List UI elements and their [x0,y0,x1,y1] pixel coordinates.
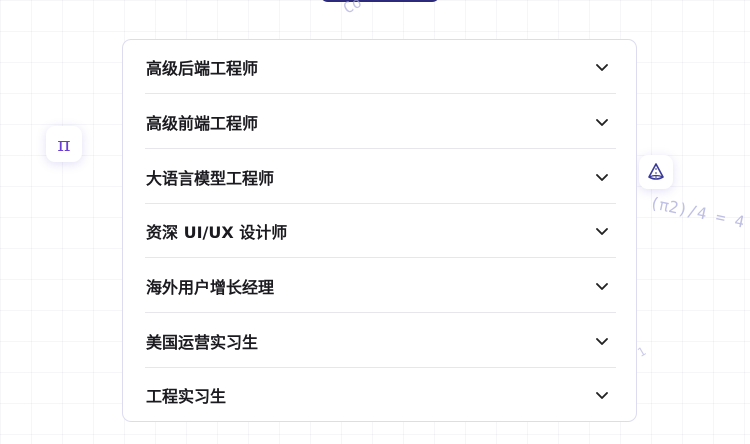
pi-icon: π [57,132,71,156]
decorative-formula: (π2)/4 = 4 [648,193,747,232]
cone-badge [639,155,673,189]
chevron-down-icon[interactable] [592,385,612,405]
accordion-item-label: 高级后端工程师 [146,58,259,78]
accordion-item[interactable]: 大语言模型工程师 [145,150,616,204]
cone-icon [648,163,664,180]
pi-badge: π [46,126,82,162]
chevron-down-icon[interactable] [592,112,612,132]
accordion-item-label: 海外用户增长经理 [146,277,275,297]
accordion-item-label: 工程实习生 [146,387,227,406]
top-button[interactable] [320,0,440,2]
accordion-item[interactable]: 资深 UI/UX 设计师 [145,204,616,258]
accordion-item[interactable]: 海外用户增长经理 [145,259,616,313]
accordion-item-label: 大语言模型工程师 [146,168,275,188]
chevron-down-icon[interactable] [592,57,612,77]
chevron-down-icon[interactable] [592,221,612,241]
accordion-item[interactable]: 工程实习生 [145,368,616,422]
accordion-item-label: 资深 UI/UX 设计师 [146,222,288,242]
chevron-down-icon[interactable] [592,331,612,351]
accordion-item[interactable]: 高级前端工程师 [145,95,616,149]
chevron-down-icon[interactable] [592,276,612,296]
accordion-item-label: 美国运营实习生 [146,332,259,352]
job-accordion: 高级后端工程师 高级前端工程师 大语言模型工程师 资深 UI/UX 设计师 海外… [122,39,637,422]
accordion-item[interactable]: 高级后端工程师 [145,40,616,94]
chevron-down-icon[interactable] [592,167,612,187]
decorative-text-co: Co [340,0,365,18]
accordion-item[interactable]: 美国运营实习生 [145,314,616,368]
accordion-item-label: 高级前端工程师 [146,113,259,133]
